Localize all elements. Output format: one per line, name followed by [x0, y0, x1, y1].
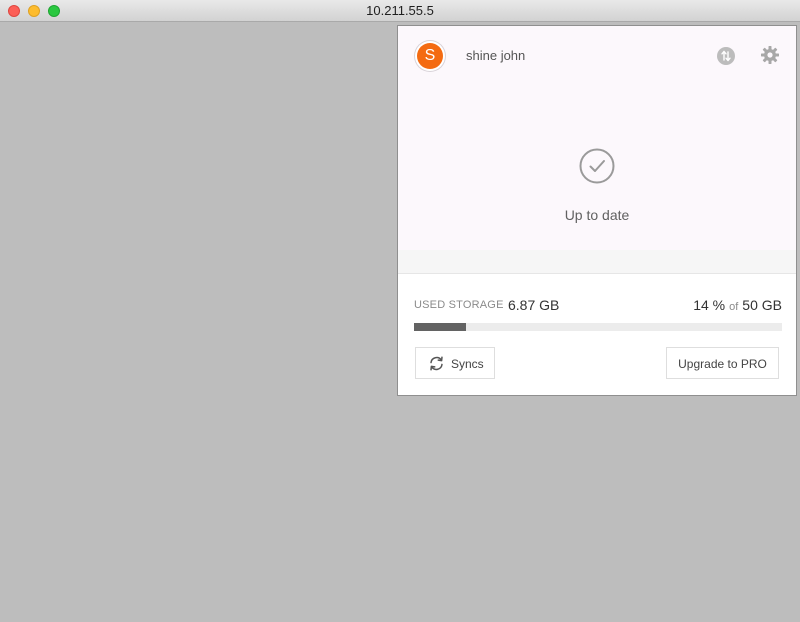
- section-divider: [398, 250, 796, 274]
- window-title: 10.211.55.5: [366, 3, 434, 18]
- username: shine john: [466, 48, 526, 63]
- storage-label: USED STORAGE: [414, 299, 504, 311]
- storage-progress-bar: [414, 323, 782, 331]
- remote-window: 10.211.55.5 S shine john Up to date USED…: [0, 0, 800, 622]
- check-circle-icon: [579, 148, 615, 184]
- sync-status-text: Up to date: [564, 207, 630, 223]
- avatar[interactable]: S: [417, 43, 443, 69]
- upgrade-to-pro-button[interactable]: Upgrade to PRO: [666, 347, 779, 379]
- sync-status-panel: S shine john Up to date USED STORAGE 6.8…: [397, 25, 797, 396]
- storage-progress-fill: [414, 323, 466, 331]
- storage-quota: 14 % of 50 GB: [693, 297, 782, 313]
- syncs-button-label: Syncs: [451, 357, 484, 371]
- storage-total: 50 GB: [742, 297, 782, 313]
- gear-icon[interactable]: [760, 45, 780, 65]
- storage-used-value: 6.87 GB: [508, 297, 560, 313]
- syncs-button[interactable]: Syncs: [415, 347, 495, 379]
- panel-top-section: S shine john Up to date: [398, 26, 796, 250]
- gear-glyph: [761, 46, 779, 64]
- refresh-icon: [430, 356, 443, 371]
- panel-header: S shine john: [398, 26, 796, 86]
- storage-summary: USED STORAGE 6.87 GB 14 % of 50 GB: [414, 297, 782, 315]
- storage-of-label: of: [729, 301, 739, 313]
- title-bar[interactable]: 10.211.55.5: [0, 0, 800, 22]
- transfer-arrows-glyph: [721, 50, 731, 62]
- desktop-area: S shine john Up to date USED STORAGE 6.8…: [0, 22, 800, 622]
- transfer-arrows-icon[interactable]: [717, 47, 735, 65]
- storage-percent: 14 %: [693, 297, 726, 313]
- upgrade-button-label: Upgrade to PRO: [678, 357, 767, 371]
